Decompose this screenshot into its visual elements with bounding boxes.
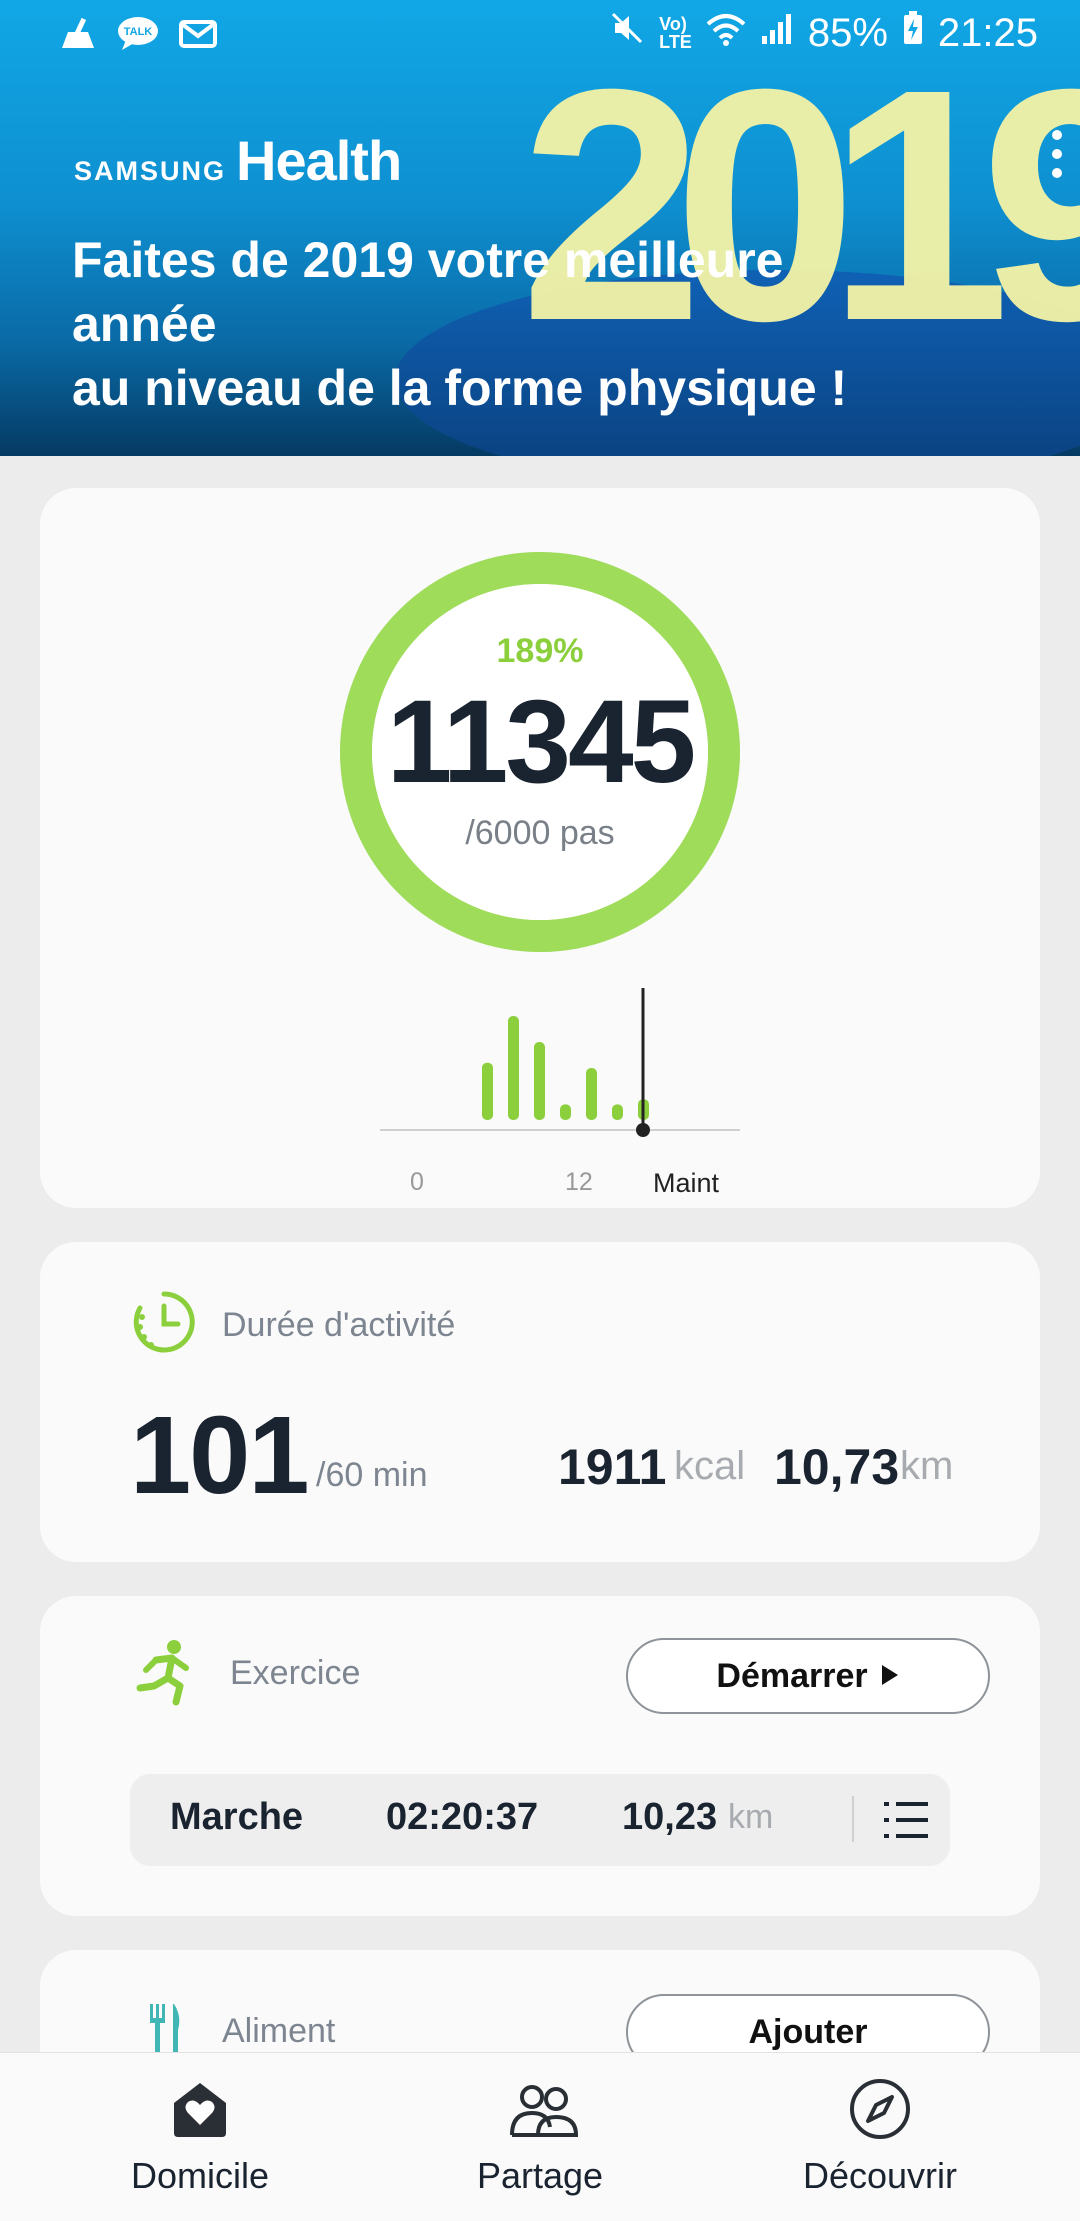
hist-label-now: Maint bbox=[653, 1168, 720, 1198]
clock: 21:25 bbox=[937, 10, 1038, 55]
status-bar: TALK Vo) LTE 85% 21:25 bbox=[0, 0, 1080, 72]
hist-bar bbox=[586, 1068, 597, 1120]
steps-card[interactable]: 189% 11345 /6000 pas 0 12 Maint bbox=[40, 488, 1040, 1208]
broom-icon bbox=[58, 14, 98, 59]
compass-icon bbox=[848, 2077, 912, 2141]
list-icon[interactable] bbox=[882, 1798, 930, 1847]
row-divider bbox=[852, 1796, 854, 1842]
food-label: Aliment bbox=[222, 2012, 336, 2050]
nav-discover[interactable]: Découvrir bbox=[700, 2053, 1060, 2221]
timer-icon bbox=[132, 1290, 196, 1359]
exercise-card[interactable]: Exercice Démarrer Marche 02:20:37 10,23 … bbox=[40, 1596, 1040, 1916]
add-button-label: Ajouter bbox=[748, 2012, 868, 2051]
talk-icon: TALK bbox=[116, 14, 160, 59]
steps-goal: /6000 pas bbox=[465, 814, 615, 852]
promo-banner[interactable]: 2019 TALK Vo) LTE 85% 21:25 SAMSUNG Heal… bbox=[0, 0, 1080, 456]
hist-label-start: 0 bbox=[410, 1168, 424, 1196]
start-exercise-button[interactable]: Démarrer bbox=[626, 1638, 990, 1714]
steps-count: 11345 bbox=[386, 676, 697, 808]
volte-icon: Vo) LTE bbox=[659, 14, 692, 52]
wifi-icon bbox=[706, 11, 746, 56]
workout-type: Marche bbox=[170, 1796, 304, 1838]
kcal-unit: kcal bbox=[674, 1444, 746, 1488]
workout-duration: 02:20:37 bbox=[386, 1796, 539, 1838]
steps-histogram: 0 12 Maint bbox=[370, 988, 750, 1198]
activity-card[interactable]: Durée d'activité 101 /60 min 1911 kcal 1… bbox=[40, 1242, 1040, 1562]
signal-icon bbox=[760, 11, 794, 56]
hist-label-mid: 12 bbox=[565, 1168, 593, 1196]
hist-bar bbox=[612, 1104, 623, 1120]
more-options-icon[interactable] bbox=[1052, 130, 1064, 187]
workout-distance: 10,23 bbox=[622, 1796, 718, 1838]
mail-icon bbox=[178, 14, 218, 59]
brand-samsung: SAMSUNG bbox=[74, 156, 227, 186]
mute-icon bbox=[609, 10, 645, 56]
hist-bar bbox=[482, 1062, 493, 1120]
nav-discover-label: Découvrir bbox=[802, 2155, 958, 2196]
kcal-value: 1911 bbox=[558, 1439, 667, 1495]
hist-bar bbox=[508, 1016, 519, 1120]
bottom-navigation: Domicile Partage Découvrir bbox=[0, 2052, 1080, 2221]
activity-label: Durée d'activité bbox=[222, 1306, 456, 1344]
workout-distance-unit: km bbox=[728, 1798, 774, 1836]
brand-health: Health bbox=[236, 129, 402, 192]
banner-title: Faites de 2019 votre meilleure année au … bbox=[72, 232, 848, 416]
running-icon bbox=[134, 1638, 194, 1715]
hist-bar bbox=[534, 1042, 545, 1120]
battery-level: 85% bbox=[807, 10, 888, 55]
svg-text:TALK: TALK bbox=[124, 26, 153, 38]
hist-bar bbox=[560, 1104, 571, 1120]
nav-share[interactable]: Partage bbox=[360, 2053, 720, 2221]
steps-ring: 189% 11345 /6000 pas bbox=[340, 552, 740, 952]
exercise-label: Exercice bbox=[230, 1654, 361, 1692]
activity-minutes: 101 bbox=[130, 1394, 310, 1517]
samsung-health-logo: SAMSUNG Health bbox=[74, 128, 402, 193]
activity-goal: /60 min bbox=[316, 1456, 428, 1494]
distance-value: 10,73 bbox=[774, 1439, 900, 1495]
people-icon bbox=[508, 2077, 579, 2141]
nav-home[interactable]: Domicile bbox=[20, 2053, 380, 2221]
latest-workout-row[interactable]: Marche 02:20:37 10,23 km bbox=[130, 1774, 950, 1866]
distance-unit: km bbox=[900, 1444, 954, 1488]
steps-percent: 189% bbox=[496, 632, 584, 670]
home-heart-icon bbox=[168, 2077, 232, 2141]
play-icon bbox=[880, 1657, 900, 1696]
nav-home-label: Domicile bbox=[130, 2155, 270, 2196]
start-button-label: Démarrer bbox=[716, 1656, 868, 1695]
battery-charging-icon bbox=[902, 10, 924, 56]
nav-share-label: Partage bbox=[476, 2155, 604, 2196]
hist-now-dot bbox=[636, 1123, 650, 1137]
